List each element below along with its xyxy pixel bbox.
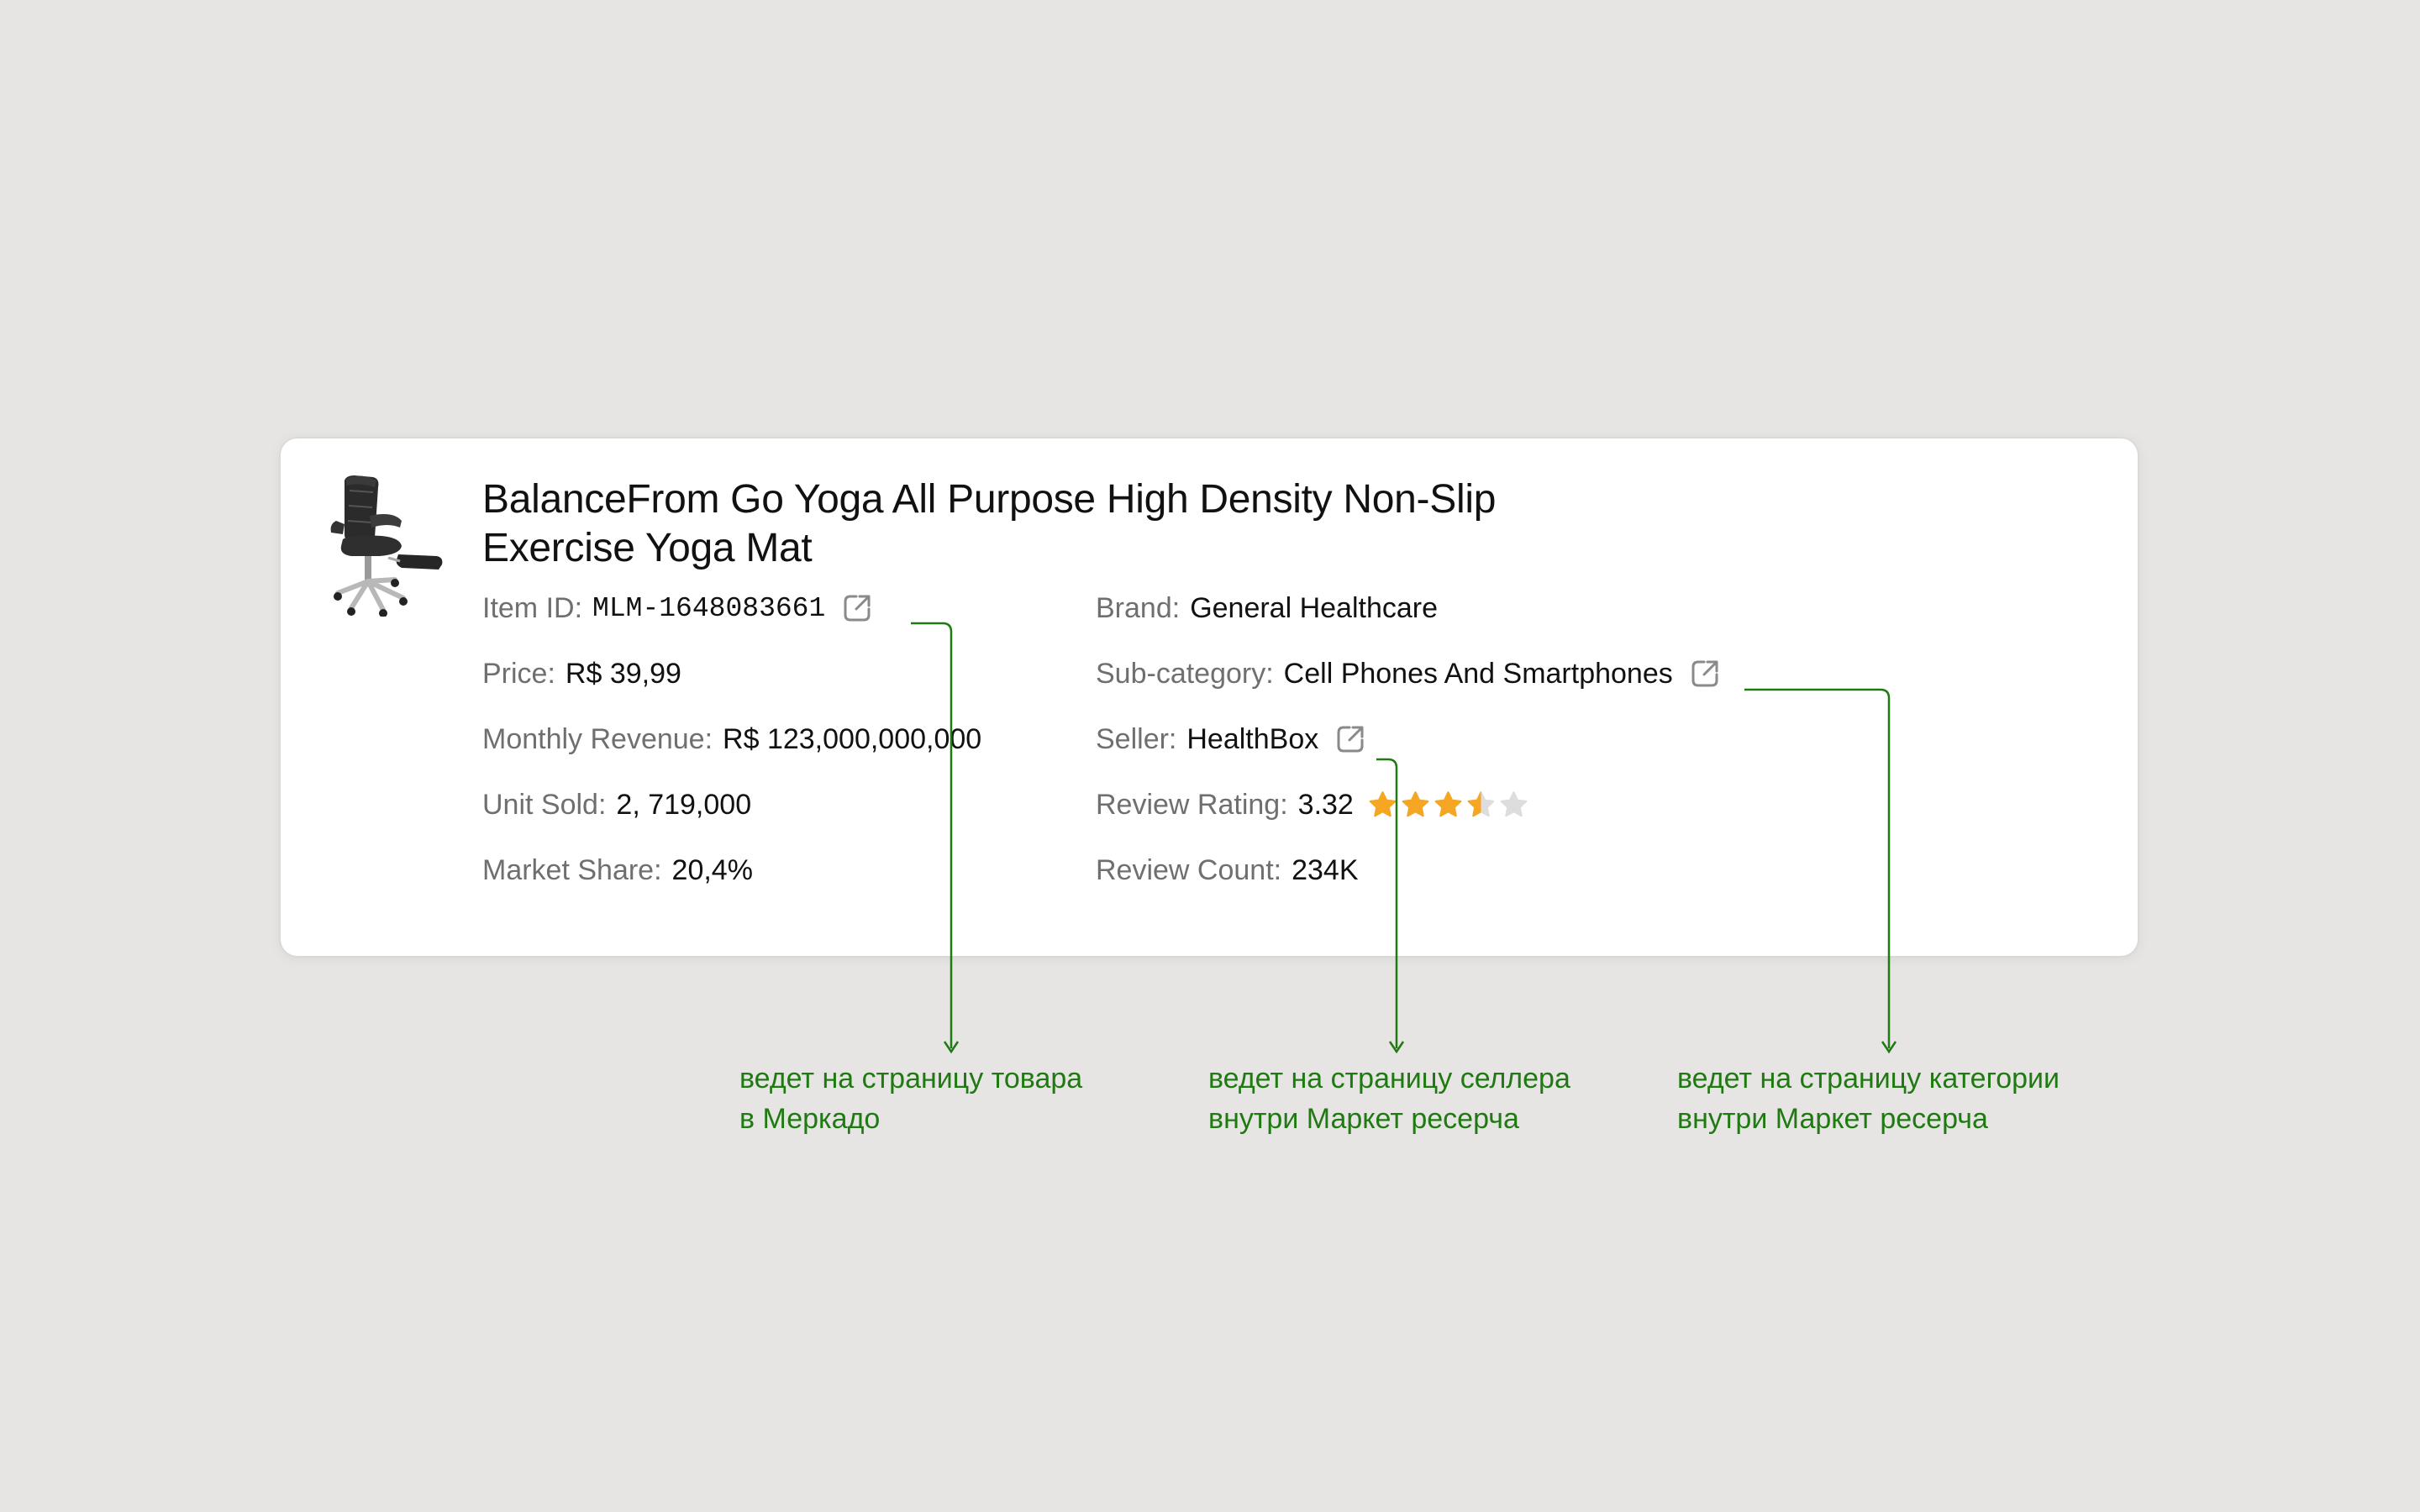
external-link-icon[interactable] [840, 591, 874, 625]
external-link-icon[interactable] [1688, 657, 1722, 690]
seller-value: HealthBox [1186, 722, 1319, 755]
market-share-field: Market Share: 20,4% [482, 848, 753, 892]
item-id-field: Item ID: MLM-1648083661 [482, 586, 874, 630]
sub-category-value: Cell Phones And Smartphones [1283, 657, 1673, 690]
market-share-value: 20,4% [671, 853, 753, 886]
seller-label: Seller: [1096, 722, 1177, 755]
review-rating-value: 3.32 [1297, 788, 1354, 821]
product-card: BalanceFrom Go Yoga All Purpose High Den… [281, 438, 2138, 956]
brand-field: Brand: General Healthcare [1096, 586, 1438, 630]
price-field: Price: R$ 39,99 [482, 652, 681, 696]
sub-category-field: Sub-category: Cell Phones And Smartphone… [1096, 652, 1722, 696]
star-icon [1433, 790, 1464, 821]
review-rating-label: Review Rating: [1096, 788, 1288, 821]
annotation-line: в Меркадо [739, 1103, 881, 1135]
review-count-value: 234K [1292, 853, 1359, 886]
monthly-revenue-label: Monthly Revenue: [482, 722, 713, 755]
external-link-icon[interactable] [1334, 722, 1367, 756]
star-icon [1465, 790, 1497, 821]
category-link-annotation: ведет на страницу категории внутри Марке… [1677, 1058, 2060, 1139]
item-id-value: MLM-1648083661 [592, 592, 826, 624]
unit-sold-field: Unit Sold: 2, 719,000 [482, 783, 751, 827]
market-share-label: Market Share: [482, 853, 662, 886]
review-rating-field: Review Rating: 3.32 [1096, 783, 1529, 827]
star-icon [1498, 790, 1529, 821]
item-link-annotation: ведет на страницу товара в Меркадо [739, 1058, 1082, 1139]
unit-sold-label: Unit Sold: [482, 788, 607, 821]
seller-link-annotation: ведет на страницу селлера внутри Маркет … [1208, 1058, 1570, 1139]
brand-label: Brand: [1096, 591, 1181, 624]
annotation-line: внутри Маркет ресерча [1677, 1103, 1988, 1135]
star-icon [1367, 790, 1398, 821]
review-count-label: Review Count: [1096, 853, 1282, 886]
product-title: BalanceFrom Go Yoga All Purpose High Den… [482, 477, 1497, 570]
price-label: Price: [482, 657, 555, 690]
annotation-line: ведет на страницу товара [739, 1063, 1083, 1095]
unit-sold-value: 2, 719,000 [616, 788, 752, 821]
star-rating [1367, 790, 1529, 821]
review-count-field: Review Count: 234K [1096, 848, 1359, 892]
annotation-line: ведет на страницу категории [1677, 1063, 2060, 1095]
monthly-revenue-field: Monthly Revenue: R$ 123,000,000,000 [482, 717, 981, 761]
brand-value: General Healthcare [1190, 591, 1439, 624]
sub-category-label: Sub-category: [1096, 657, 1274, 690]
office-chair-icon [330, 475, 443, 617]
star-icon [1400, 790, 1431, 821]
price-value: R$ 39,99 [565, 657, 681, 690]
item-id-label: Item ID: [482, 591, 583, 624]
monthly-revenue-value: R$ 123,000,000,000 [723, 722, 982, 755]
product-image[interactable] [321, 474, 447, 617]
seller-field: Seller: HealthBox [1096, 717, 1367, 761]
annotation-line: ведет на страницу селлера [1208, 1063, 1570, 1095]
annotation-line: внутри Маркет ресерча [1208, 1103, 1519, 1135]
